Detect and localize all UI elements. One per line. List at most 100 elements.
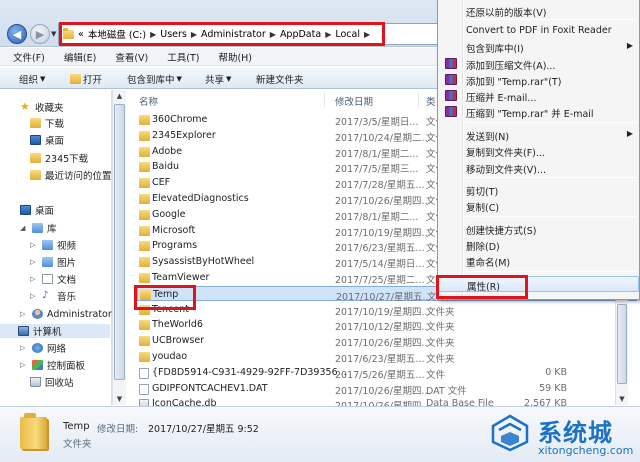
context-menu-item[interactable]: 移动到文件夹(V)... xyxy=(438,160,639,176)
context-menu-item[interactable]: 添加到压缩文件(A)... xyxy=(438,56,639,72)
include-in-library-button[interactable]: 包含到库中 ▼ xyxy=(127,72,182,86)
winrar-icon xyxy=(445,74,457,85)
expand-arrow-icon[interactable]: ▷ xyxy=(20,361,28,369)
navpane-scrollbar[interactable]: ▲ ▼ xyxy=(112,90,126,405)
context-menu-item[interactable]: 删除(D) xyxy=(438,237,639,253)
menu-edit[interactable]: 编辑(E) xyxy=(64,50,96,64)
folder-icon xyxy=(139,209,150,220)
back-button[interactable]: ◀ xyxy=(7,24,27,44)
nav-administrator[interactable]: ▷ Administrator xyxy=(20,307,112,321)
file-name: UCBrowser xyxy=(152,335,205,347)
nav-pictures[interactable]: ▷ 图片 xyxy=(30,255,76,269)
column-date[interactable]: 修改日期 xyxy=(335,94,373,108)
open-button[interactable]: 打开 xyxy=(70,72,102,86)
nav-computer[interactable]: 计算机 xyxy=(0,324,110,338)
details-item-type: 文件夹 xyxy=(63,439,92,450)
menu-tools[interactable]: 工具(T) xyxy=(167,50,199,64)
context-menu-item[interactable]: 复制到文件夹(F)... xyxy=(438,143,639,159)
nav-videos[interactable]: ▷ 视频 xyxy=(30,238,76,252)
context-menu-item[interactable]: 压缩到 "Temp.rar" 并 E-mail xyxy=(438,104,639,120)
file-type: 文件 xyxy=(426,369,446,381)
context-menu-label: 复制(C) xyxy=(466,203,500,214)
new-folder-button[interactable]: 新建文件夹 xyxy=(256,72,304,86)
file-row[interactable]: Tencent 2017/10/19/星期四... 文件夹 xyxy=(137,302,637,318)
expand-arrow-icon[interactable]: ▷ xyxy=(30,275,38,283)
column-name[interactable]: 名称 xyxy=(139,94,158,108)
file-name: youdao xyxy=(152,351,188,362)
folder-icon xyxy=(139,162,150,173)
nav-favorites[interactable]: ★ 收藏夹 xyxy=(20,100,64,114)
column-divider[interactable] xyxy=(418,92,419,108)
context-menu-label: 复制到文件夹(F)... xyxy=(466,148,545,159)
scroll-down-icon[interactable]: ▼ xyxy=(616,393,628,405)
column-divider[interactable] xyxy=(324,92,325,108)
organize-button[interactable]: 组织 ▼ xyxy=(19,72,45,86)
nav-downloads[interactable]: 下载 xyxy=(30,116,64,130)
file-row[interactable]: UCBrowser 2017/10/26/星期四... 文件夹 xyxy=(137,333,637,349)
context-menu-item[interactable]: 还原以前的版本(V) xyxy=(438,3,639,19)
folder-icon xyxy=(139,241,150,252)
scrollbar-thumb[interactable] xyxy=(114,104,125,380)
winrar-icon xyxy=(445,106,457,117)
arrow-left-icon: ◀ xyxy=(12,27,22,41)
share-button[interactable]: 共享 ▼ xyxy=(205,72,231,86)
expand-arrow-icon[interactable]: ▷ xyxy=(20,344,28,352)
expand-arrow-icon[interactable]: ◢ xyxy=(20,224,28,232)
menu-file[interactable]: 文件(F) xyxy=(13,50,45,64)
nav-label: 图片 xyxy=(57,258,77,269)
file-name: Adobe xyxy=(152,145,183,157)
nav-recycle-bin[interactable]: 回收站 xyxy=(30,375,74,389)
nav-recent[interactable]: 最近访问的位置 xyxy=(30,168,112,182)
nav-documents[interactable]: ▷ 文档 xyxy=(30,272,76,286)
file-row[interactable]: {FD8D5914-C931-4929-92FF-7D39356... 2017/… xyxy=(137,365,637,381)
expand-arrow-icon[interactable]: ▷ xyxy=(30,292,38,300)
context-menu-item[interactable]: 复制(C) xyxy=(438,198,639,214)
expand-arrow-icon[interactable]: ▷ xyxy=(30,258,38,266)
nav-music[interactable]: ▷ ♪ 音乐 xyxy=(30,289,76,304)
file-name: Baidu xyxy=(152,161,180,173)
temp-highlight-box xyxy=(134,285,196,310)
nav-desktop-root[interactable]: 桌面 xyxy=(20,203,54,217)
file-date: 2017/10/19/星期四... xyxy=(335,227,431,239)
file-row[interactable]: youdao 2017/6/23/星期五... 文件夹 xyxy=(137,349,637,365)
nav-libraries[interactable]: ◢ 库 xyxy=(20,221,57,235)
expand-arrow-icon[interactable]: ▷ xyxy=(20,310,28,318)
menu-view[interactable]: 查看(V) xyxy=(115,50,148,64)
context-menu-item[interactable]: Convert to PDF in Foxit Reader xyxy=(438,23,639,39)
filelist-scrollbar[interactable]: ▼ xyxy=(615,300,628,405)
file-date: 2017/8/1/星期二... xyxy=(335,148,419,160)
nav-2345-downloads[interactable]: 2345下载 xyxy=(30,151,88,165)
expand-arrow-icon[interactable]: ▷ xyxy=(30,241,38,249)
context-menu-item[interactable]: 添加到 "Temp.rar"(T) xyxy=(438,72,639,88)
folder-icon xyxy=(139,273,150,283)
recent-pages-dropdown[interactable]: ▼ xyxy=(51,30,56,38)
desktop-icon xyxy=(20,205,31,215)
file-date: 2017/6/23/星期五... xyxy=(335,243,425,255)
nav-control-panel[interactable]: ▷ 控制面板 xyxy=(20,358,85,372)
scrollbar-thumb[interactable] xyxy=(617,304,627,384)
context-menu-item[interactable]: 包含到库中(I) ▶ xyxy=(438,39,639,55)
nav-label: 最近访问的位置 xyxy=(45,171,112,182)
context-menu-item[interactable]: 重命名(M) xyxy=(438,253,639,269)
forward-button[interactable]: ▶ xyxy=(30,24,50,44)
context-menu-item[interactable]: 创建快捷方式(S) xyxy=(438,221,639,237)
control-panel-icon xyxy=(32,360,43,370)
context-menu-label: 剪切(T) xyxy=(466,187,499,198)
file-row[interactable]: GDIPFONTCACHEV1.DAT 2017/10/26/星期四... DAT … xyxy=(137,381,637,397)
file-row[interactable]: TheWorld6 2017/10/12/星期四... 文件夹 xyxy=(137,317,637,333)
chevron-down-icon: ▼ xyxy=(226,75,232,83)
nav-label: 计算机 xyxy=(33,327,62,338)
scroll-up-icon[interactable]: ▲ xyxy=(113,90,126,102)
context-menu-item[interactable]: 压缩并 E-mail... xyxy=(438,88,639,104)
context-menu-item[interactable]: 发送到(N) ▶ xyxy=(438,127,639,143)
scroll-down-icon[interactable]: ▼ xyxy=(113,393,126,405)
menu-help[interactable]: 帮助(H) xyxy=(218,50,252,64)
picture-library-icon xyxy=(42,257,53,267)
context-menu-item[interactable]: 剪切(T) xyxy=(438,182,639,198)
nav-desktop[interactable]: 桌面 xyxy=(30,133,64,147)
organize-label: 组织 xyxy=(19,75,39,86)
column-type[interactable]: 类 xyxy=(426,94,436,108)
nav-network[interactable]: ▷ 网络 xyxy=(20,341,66,355)
properties-highlight-box xyxy=(436,275,528,299)
file-date: 2017/10/26/星期四... xyxy=(335,196,431,207)
